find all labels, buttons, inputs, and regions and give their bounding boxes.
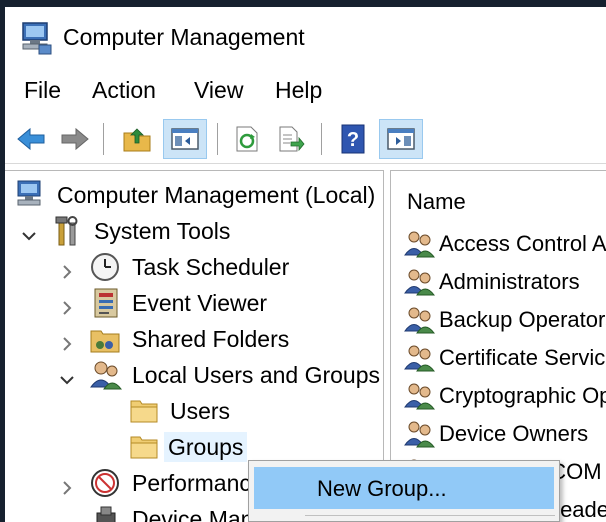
- list-item-label: Backup Operators: [439, 307, 606, 332]
- toolbar-separator: [103, 123, 105, 155]
- chevron-right-icon[interactable]: [59, 475, 75, 495]
- computer-management-icon: [19, 21, 53, 61]
- forward-arrow-icon[interactable]: [57, 119, 93, 159]
- users-icon: [89, 359, 123, 397]
- group-icon: [403, 305, 437, 341]
- computer-management-icon: [15, 179, 45, 215]
- tree-item-event-viewer[interactable]: Event Viewer: [5, 285, 383, 321]
- list-item-label: Cryptographic Operators: [439, 383, 606, 408]
- chevron-right-icon[interactable]: [59, 331, 75, 351]
- tree-item-system-tools[interactable]: System Tools: [5, 213, 383, 249]
- tree-item-shared-folders[interactable]: Shared Folders: [5, 321, 383, 357]
- list-item-label: Access Control Assistance Operators: [439, 231, 606, 256]
- tree-item-local-users-and-groups[interactable]: Local Users and Groups: [5, 357, 383, 393]
- tree-item-computer-management[interactable]: Computer Management (Local): [5, 177, 383, 215]
- new-group-menu-item[interactable]: New Group...: [254, 467, 554, 509]
- tree-item-label: Task Scheduler: [132, 254, 290, 280]
- title-bar: Computer Management: [5, 7, 606, 68]
- list-item-label: Administrators: [439, 269, 580, 294]
- back-arrow-icon[interactable]: [13, 119, 49, 159]
- tree-item-label: Groups: [164, 432, 248, 462]
- chevron-right-icon[interactable]: [59, 295, 75, 315]
- list-item-label: Certificate Service DCOM Access: [439, 345, 606, 370]
- toolbar: ?: [5, 114, 606, 164]
- menu-separator: [305, 515, 555, 516]
- help-icon[interactable]: ?: [335, 119, 371, 159]
- chevron-right-icon[interactable]: [59, 259, 75, 279]
- menu-help[interactable]: Help: [275, 77, 322, 104]
- group-icon: [403, 381, 437, 417]
- tree-item-label: Performance: [132, 470, 264, 496]
- tree-item-label: Shared Folders: [132, 326, 290, 352]
- tree-item-label: Event Viewer: [132, 290, 268, 316]
- performance-icon: [89, 467, 121, 505]
- tree-item-label: Users: [170, 398, 231, 424]
- event-viewer-icon: [91, 287, 121, 325]
- tree-item-users[interactable]: Users: [5, 393, 383, 431]
- menu-item-label: New Group...: [317, 476, 447, 501]
- show-hide-action-pane-icon[interactable]: [379, 119, 423, 159]
- export-list-icon[interactable]: [273, 119, 309, 159]
- device-manager-icon: [91, 503, 121, 522]
- up-folder-icon[interactable]: [117, 119, 157, 159]
- tree-item-task-scheduler[interactable]: Task Scheduler: [5, 249, 383, 285]
- group-icon: [403, 229, 437, 265]
- folder-icon: [129, 397, 159, 431]
- toolbar-separator: [321, 123, 323, 155]
- refresh-icon[interactable]: [229, 119, 265, 159]
- menu-action[interactable]: Action: [92, 77, 156, 104]
- chevron-down-icon[interactable]: [21, 223, 37, 241]
- tree-item-label: System Tools: [94, 218, 231, 244]
- group-icon: [403, 343, 437, 379]
- menu-view[interactable]: View: [194, 77, 243, 104]
- svg-text:?: ?: [347, 129, 359, 151]
- menu-bar: File Action View Help: [5, 68, 606, 114]
- menu-file[interactable]: File: [24, 77, 61, 104]
- toolbar-separator: [217, 123, 219, 155]
- window-frame-top: [0, 0, 606, 7]
- folder-icon: [129, 433, 159, 467]
- group-icon: [403, 419, 437, 455]
- group-icon: [403, 267, 437, 303]
- chevron-down-icon[interactable]: [59, 367, 75, 385]
- tree-item-label: Computer Management (Local): [57, 182, 376, 208]
- list-item-label: Device Owners: [439, 421, 589, 446]
- show-hide-tree-icon[interactable]: [163, 119, 207, 159]
- clock-icon: [89, 251, 121, 289]
- shared-folder-icon: [89, 325, 121, 361]
- tools-icon: [53, 215, 83, 253]
- tree-item-label: Local Users and Groups: [132, 362, 381, 388]
- context-menu: New Group...: [248, 460, 560, 522]
- window-title: Computer Management: [63, 24, 305, 50]
- column-header-name[interactable]: Name: [407, 189, 466, 215]
